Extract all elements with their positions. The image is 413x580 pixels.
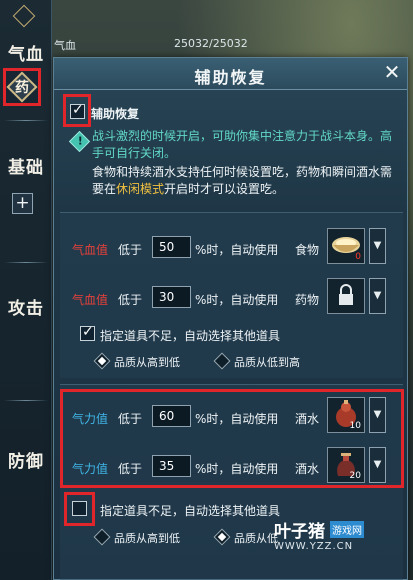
threshold-suffix: %时，自动使用 xyxy=(195,293,279,307)
fallback-item-label: 指定道具不足，自动选择其他道具 xyxy=(100,504,281,518)
item-type-label: 药物 xyxy=(295,293,320,307)
stat-label: 气血值 xyxy=(72,243,109,257)
left-category-strip: 气血 药 基础 + 攻击 防御 xyxy=(0,0,52,580)
watermark-url: WWW.YZZ.CN xyxy=(274,541,354,552)
site-watermark: 叶子猪 游戏网 WWW.YZZ.CN xyxy=(270,517,382,557)
threshold-suffix: %时，自动使用 xyxy=(195,243,279,257)
stat-label: 气血值 xyxy=(72,293,109,307)
item-count: 10 xyxy=(349,421,361,431)
expand-plus-button[interactable]: + xyxy=(12,193,33,214)
dialog-header: 辅助恢复 ✕ xyxy=(54,58,407,90)
stamina-threshold-input[interactable]: 35 xyxy=(152,455,191,477)
wine-item-slot[interactable]: 20 xyxy=(327,447,365,483)
divider xyxy=(4,262,48,263)
nav-item-hp[interactable]: 气血 xyxy=(0,40,52,65)
watermark-logo-text: 叶子猪 xyxy=(274,522,325,542)
below-label: 低于 xyxy=(118,462,143,476)
nav-item-medicine-label: 药 xyxy=(15,80,29,96)
leisure-mode-highlight: 休闲模式 xyxy=(116,182,165,196)
watermark-tag: 游戏网 xyxy=(330,521,364,538)
dialog-title: 辅助恢复 xyxy=(194,68,267,87)
stat-label: 气力值 xyxy=(72,412,109,426)
auxiliary-recovery-dialog: 辅助恢复 ✕ 辅助恢复 ! 战斗激烈的时候开启，可助你集中注意力于战斗本身。高手… xyxy=(53,57,408,580)
tip-text: 战斗激烈的时候开启，可助你集中注意力于战斗本身。高手可自行关闭。 xyxy=(92,129,393,160)
nav-item-defense[interactable]: 防御 xyxy=(0,447,52,472)
below-label: 低于 xyxy=(118,412,143,426)
below-label: 低于 xyxy=(118,243,143,257)
item-type-label: 酒水 xyxy=(295,412,320,426)
info-icon: ! xyxy=(68,130,91,153)
nav-item-medicine[interactable]: 药 xyxy=(3,68,41,106)
threshold-suffix: %时，自动使用 xyxy=(195,412,279,426)
below-label: 低于 xyxy=(118,293,143,307)
enable-recovery-label: 辅助恢复 xyxy=(91,107,140,121)
diamond-ornament-icon xyxy=(12,4,36,28)
item-type-label: 酒水 xyxy=(295,462,320,476)
quality-low-to-high-label: 品质从低到高 xyxy=(234,356,300,369)
food-item-slot[interactable]: 0 xyxy=(327,228,365,264)
hp-threshold-input[interactable]: 50 xyxy=(152,236,191,258)
quality-high-to-low-label: 品质从高到低 xyxy=(114,356,180,369)
item-dropdown-button[interactable]: ▼ xyxy=(369,228,386,264)
nav-item-attack[interactable]: 攻击 xyxy=(0,294,52,319)
item-dropdown-button[interactable]: ▼ xyxy=(369,278,386,314)
nav-item-basic[interactable]: 基础 xyxy=(0,153,52,178)
lock-icon xyxy=(339,284,353,305)
quality-high-to-low-label: 品质从高到低 xyxy=(114,532,180,545)
enable-recovery-checkbox[interactable] xyxy=(70,102,85,119)
medicine-item-slot[interactable] xyxy=(327,278,365,314)
divider xyxy=(4,400,48,401)
threshold-suffix: %时，自动使用 xyxy=(195,462,279,476)
fallback-item-checkbox[interactable] xyxy=(80,324,95,341)
close-button[interactable]: ✕ xyxy=(381,62,403,84)
fallback-item-checkbox[interactable] xyxy=(72,501,87,516)
description-text: 食物和持续酒水支持任何时候设置吃，药物和瞬间酒水需要在休闲模式开启时才可以设置吃… xyxy=(92,165,393,196)
item-count: 20 xyxy=(349,471,361,481)
item-count: 0 xyxy=(355,252,361,262)
wine-item-slot[interactable]: 10 xyxy=(327,397,365,433)
hp-value: 25032/25032 xyxy=(174,37,248,50)
hp-threshold-input[interactable]: 30 xyxy=(152,286,191,308)
stat-label: 气力值 xyxy=(72,462,109,476)
item-dropdown-button[interactable]: ▼ xyxy=(369,397,386,433)
item-type-label: 食物 xyxy=(295,243,320,257)
item-dropdown-button[interactable]: ▼ xyxy=(369,447,386,483)
stamina-threshold-input[interactable]: 60 xyxy=(152,405,191,427)
hp-bar: 气血 25032/25032 xyxy=(52,30,413,56)
divider xyxy=(4,120,48,121)
fallback-item-label: 指定道具不足，自动选择其他道具 xyxy=(100,329,281,343)
hp-label: 气血 xyxy=(54,39,76,52)
